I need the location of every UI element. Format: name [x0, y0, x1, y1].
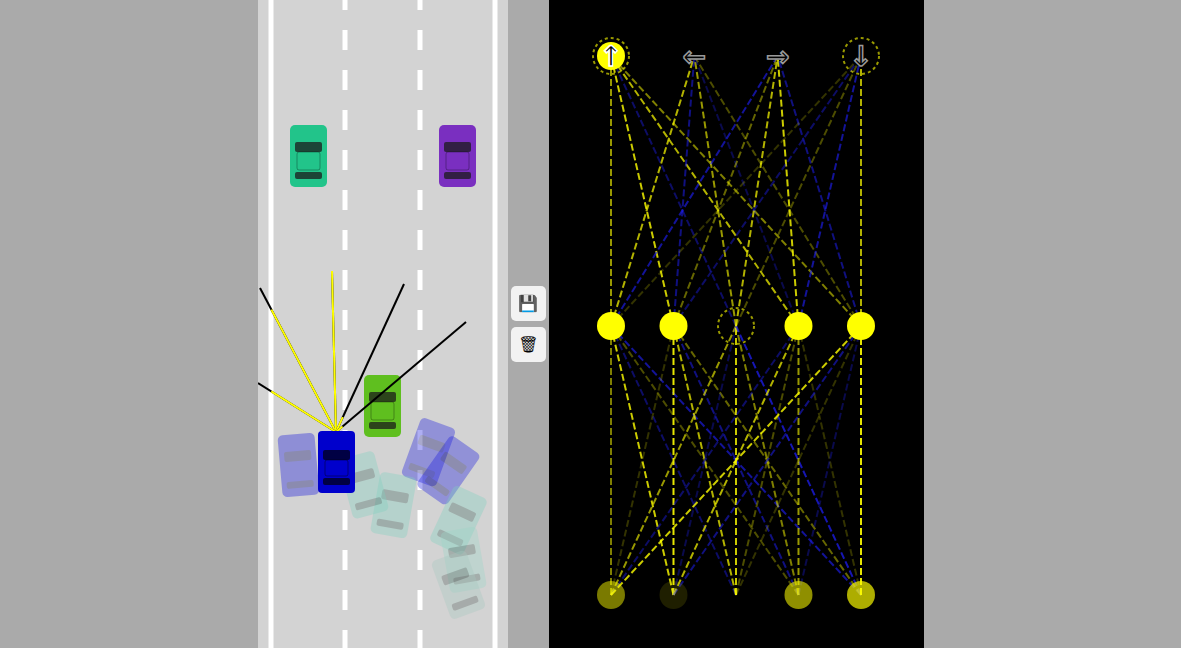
connection: [672, 326, 674, 595]
network-background: [549, 0, 924, 648]
lane-line: [342, 0, 347, 648]
hidden-node: [784, 312, 812, 340]
controls: 💾🗑: [511, 286, 546, 362]
connection: [777, 56, 798, 326]
connection: [798, 326, 861, 595]
connection: [673, 326, 861, 595]
connection: [611, 56, 861, 326]
connection: [611, 56, 799, 326]
input-node: [722, 581, 750, 609]
connection: [694, 56, 861, 326]
road-surface: [258, 0, 508, 648]
connection: [610, 326, 612, 595]
sensor-ray: [260, 288, 336, 432]
road-canvas: [258, 0, 508, 648]
connection: [610, 56, 612, 326]
sensor-ray: [336, 322, 466, 432]
road-edge: [268, 0, 273, 648]
sensor-ray: [332, 271, 336, 432]
ghost-car: [430, 549, 486, 620]
connection: [611, 56, 861, 326]
connection: [694, 56, 736, 326]
connection: [673, 56, 861, 326]
hidden-node: [718, 308, 754, 344]
connection: [736, 56, 778, 326]
connection: [611, 326, 736, 595]
save-button[interactable]: 💾: [511, 286, 546, 321]
hidden-node: [847, 312, 875, 340]
connection: [611, 56, 736, 326]
connection: [611, 326, 674, 595]
connection: [673, 326, 861, 595]
connection: [611, 326, 736, 595]
arrow-icon: ←: [682, 40, 705, 73]
connection: [611, 56, 674, 326]
arrow-icon: ↑: [599, 40, 622, 73]
connection: [798, 326, 861, 595]
connection: [736, 326, 861, 595]
traffic-car: [439, 125, 476, 187]
connection: [611, 326, 861, 595]
connection: [611, 326, 861, 595]
hidden-node: [659, 312, 687, 340]
connection: [777, 56, 860, 326]
network-canvas: ↑ ← → ↓: [549, 0, 924, 648]
connection: [860, 56, 862, 326]
output-node: ↑: [593, 38, 629, 74]
connection: [611, 326, 674, 595]
connection: [611, 56, 778, 326]
input-node: [784, 581, 812, 609]
input-node: [597, 581, 625, 609]
page: 💾🗑 ↑←→↓: [0, 0, 1181, 648]
connection: [736, 56, 861, 326]
connection: [611, 326, 799, 595]
road-edge: [492, 0, 497, 648]
connection: [694, 56, 798, 326]
sensor-ray: [336, 284, 404, 432]
hidden-node: [597, 312, 625, 340]
ghost-car: [277, 432, 319, 497]
connection: [673, 56, 694, 326]
traffic-car: [290, 125, 327, 187]
arrow-icon: ↓: [849, 40, 872, 73]
connection: [798, 56, 861, 326]
output-node: ↓: [843, 38, 879, 74]
lane-line: [417, 0, 422, 648]
output-node: →: [765, 40, 788, 73]
input-node: [847, 581, 875, 609]
connection: [611, 56, 694, 326]
traffic-car: [364, 375, 401, 437]
connection: [860, 326, 862, 595]
output-node: ←: [682, 40, 705, 73]
discard-button[interactable]: 🗑: [511, 327, 546, 362]
player-car: [318, 431, 355, 493]
connection: [611, 326, 799, 595]
connection: [673, 56, 777, 326]
connection: [797, 326, 799, 595]
connection: [736, 326, 861, 595]
arrow-icon: →: [765, 40, 788, 73]
sensor-ray: [258, 383, 336, 432]
input-node: [659, 581, 687, 609]
